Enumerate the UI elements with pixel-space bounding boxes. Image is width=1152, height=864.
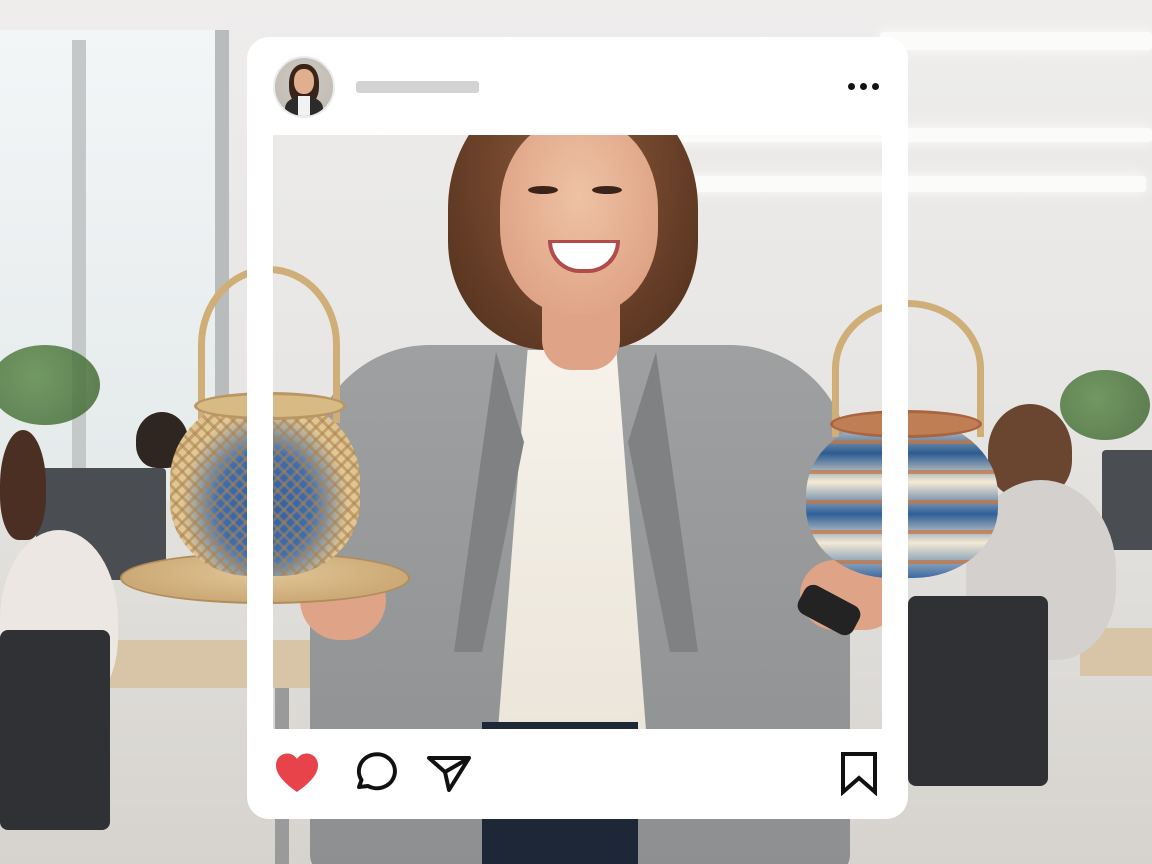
office-chair: [908, 596, 1048, 786]
basket-rim: [194, 392, 346, 420]
pot-rim: [830, 410, 982, 438]
painted-ceramic-pot: [806, 418, 998, 578]
post-header: [247, 37, 908, 135]
profile-avatar[interactable]: [273, 56, 335, 118]
office-plant: [1060, 370, 1150, 440]
more-dots-icon: [847, 82, 855, 90]
office-chair: [0, 630, 110, 830]
coworker-left: [0, 430, 46, 540]
woven-basket: [170, 398, 360, 576]
ceiling-light: [680, 176, 1146, 192]
username-placeholder[interactable]: [356, 81, 479, 93]
ceiling-light: [880, 32, 1152, 50]
more-options-button[interactable]: [835, 71, 891, 101]
post-actions-bar: [247, 729, 908, 819]
window-frame: [72, 40, 86, 500]
